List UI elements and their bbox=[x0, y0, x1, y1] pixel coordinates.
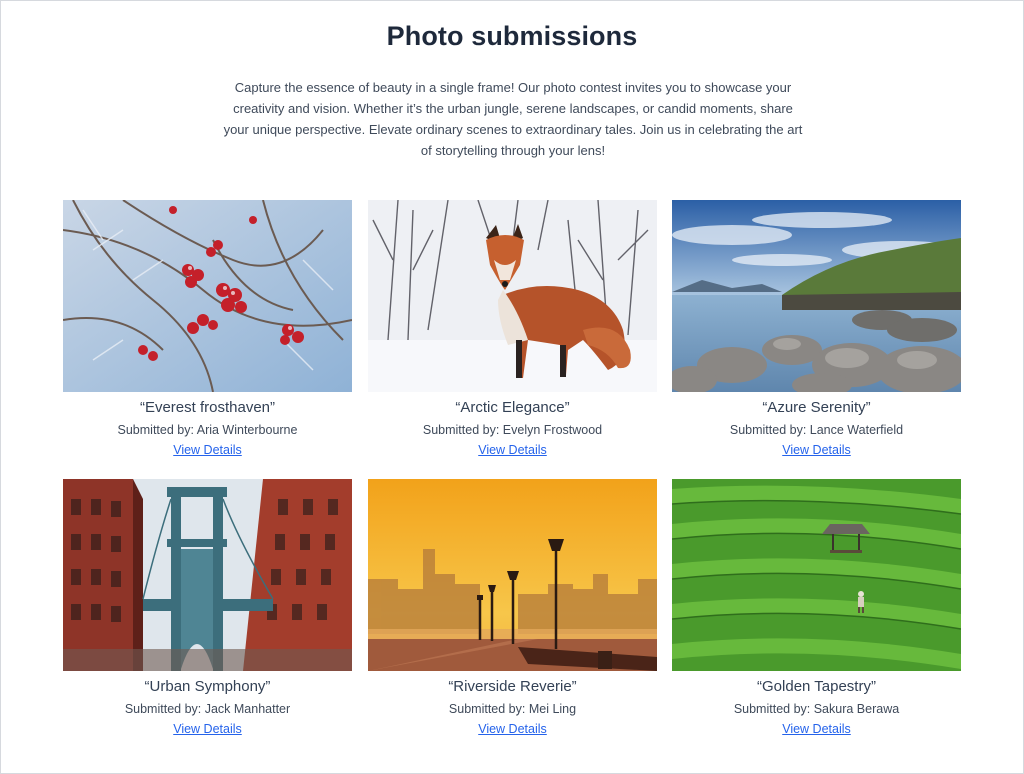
submission-title: “Arctic Elegance” bbox=[455, 399, 570, 416]
submission-title: “Golden Tapestry” bbox=[757, 678, 876, 695]
submission-card: “Azure Serenity” Submitted by: Lance Wat… bbox=[672, 200, 961, 459]
submission-author: Submitted by: Lance Waterfield bbox=[729, 423, 904, 437]
submission-photo[interactable] bbox=[368, 200, 657, 392]
submission-title: “Everest frosthaven” bbox=[139, 399, 276, 416]
submission-card: “Golden Tapestry” Submitted by: Sakura B… bbox=[672, 479, 961, 738]
submission-card: “Arctic Elegance” Submitted by: Evelyn F… bbox=[368, 200, 657, 459]
view-details-link[interactable]: View Details bbox=[478, 721, 547, 738]
submission-author: Submitted by: Aria Winterbourne bbox=[117, 423, 298, 437]
submission-title: “Riverside Reverie” bbox=[448, 678, 577, 695]
submission-card: “Riverside Reverie” Submitted by: Mei Li… bbox=[368, 479, 657, 738]
view-details-link[interactable]: View Details bbox=[173, 442, 242, 459]
submission-author: Submitted by: Mei Ling bbox=[448, 702, 577, 716]
view-details-link[interactable]: View Details bbox=[782, 721, 851, 738]
submission-card: “Everest frosthaven” Submitted by: Aria … bbox=[63, 200, 352, 459]
submission-photo[interactable] bbox=[63, 479, 352, 671]
intro-paragraph: Capture the essence of beauty in a singl… bbox=[223, 80, 803, 158]
submission-photo[interactable] bbox=[368, 479, 657, 671]
submission-photo[interactable] bbox=[63, 200, 352, 392]
submission-author: Submitted by: Jack Manhatter bbox=[124, 702, 291, 716]
submission-author: Submitted by: Evelyn Frostwood bbox=[422, 423, 603, 437]
submission-title: “Azure Serenity” bbox=[762, 399, 871, 416]
submission-author: Submitted by: Sakura Berawa bbox=[733, 702, 900, 716]
submission-photo[interactable] bbox=[672, 479, 961, 671]
view-details-link[interactable]: View Details bbox=[173, 721, 242, 738]
page-frame: Photo submissions Capture the essence of… bbox=[0, 0, 1024, 774]
page-title: Photo submissions bbox=[386, 21, 638, 51]
view-details-link[interactable]: View Details bbox=[782, 442, 851, 459]
submission-card: “Urban Symphony” Submitted by: Jack Manh… bbox=[63, 479, 352, 738]
view-details-link[interactable]: View Details bbox=[478, 442, 547, 459]
submission-photo[interactable] bbox=[672, 200, 961, 392]
submission-title: “Urban Symphony” bbox=[144, 678, 271, 695]
